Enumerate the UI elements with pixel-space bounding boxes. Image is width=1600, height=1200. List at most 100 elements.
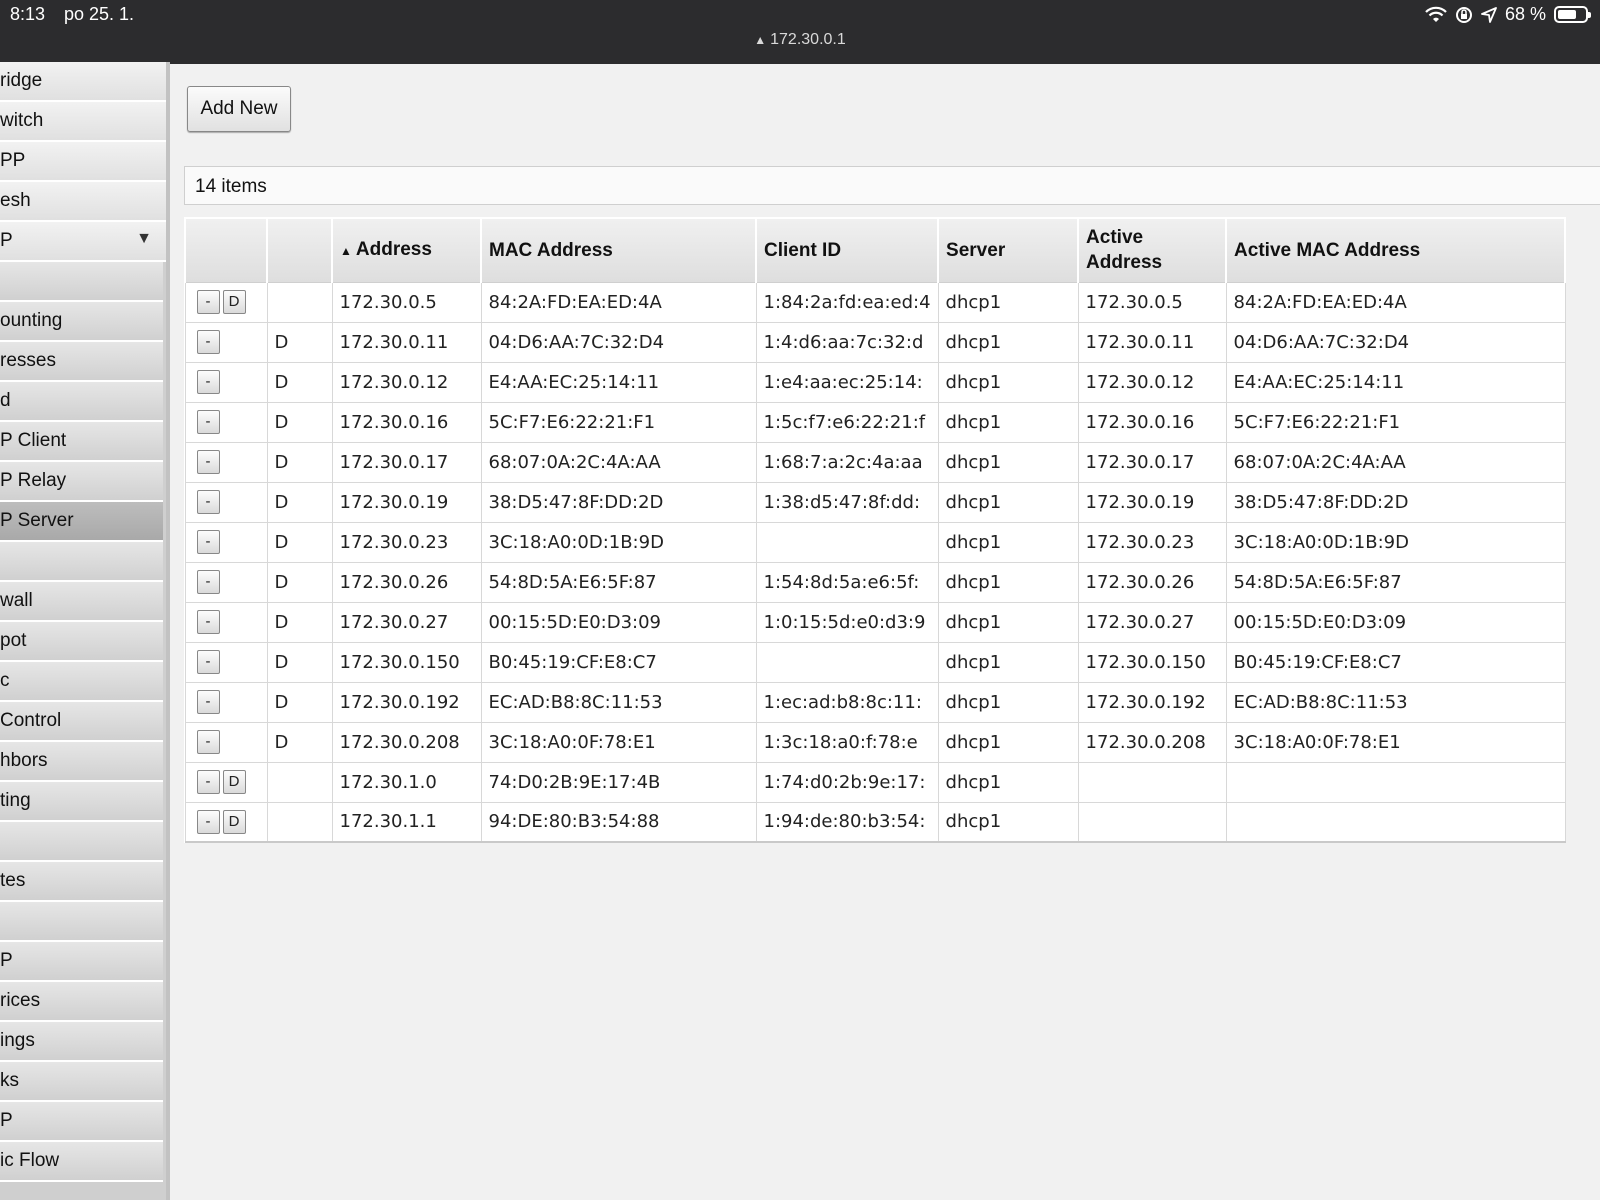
table-row[interactable]: - D 172.30.0.26 54:8D:5A:E6:5F:87 1:54:8d:5a… <box>184 561 1566 603</box>
sidebar-subitem[interactable]: P <box>0 942 163 982</box>
flag-cell: D <box>266 561 333 603</box>
column-header-client-id[interactable]: Client ID <box>754 217 940 283</box>
address-cell: 172.30.0.26 <box>331 561 482 603</box>
column-header-active-address[interactable]: Active Address <box>1077 217 1228 283</box>
address-cell: 172.30.0.5 <box>331 281 482 323</box>
row-controls: - <box>184 721 268 763</box>
dynamic-toggle-button[interactable]: D <box>222 809 246 834</box>
table-row[interactable]: - D 172.30.0.16 5C:F7:E6:22:21:F1 1:5c:f7:e6… <box>184 401 1566 443</box>
table-row[interactable]: - D 172.30.0.12 E4:AA:EC:25:14:11 1:e4:aa:ec… <box>184 361 1566 403</box>
disable-button[interactable]: - <box>196 770 220 794</box>
table-header-row: ▲ Address MAC Address Client ID Server Ac… <box>184 217 1567 283</box>
disable-button[interactable]: - <box>196 370 220 394</box>
active-mac-cell: B0:45:19:CF:E8:C7 <box>1225 641 1566 683</box>
sidebar-item[interactable]: ridge <box>0 62 166 102</box>
battery-percent: 68 % <box>1504 4 1546 24</box>
column-header-server[interactable]: Server <box>937 217 1080 283</box>
mac-address-cell: 3C:18:A0:0D:1B:9D <box>480 521 757 563</box>
client-id-cell: 1:68:7:a:2c:4a:aa <box>755 441 939 483</box>
sidebar-subitem[interactable]: tes <box>0 862 163 902</box>
sidebar-subitem[interactable]: wall <box>0 582 163 622</box>
sidebar-subitem-label: ounting <box>0 310 63 331</box>
column-header-active-mac-address[interactable]: Active MAC Address <box>1225 217 1567 283</box>
sidebar-subitem[interactable]: P Relay <box>0 462 163 502</box>
disable-button[interactable]: - <box>196 530 220 554</box>
client-id-cell: 1:84:2a:fd:ea:ed:4 <box>755 281 939 323</box>
address-cell: 172.30.0.12 <box>331 361 482 403</box>
address-cell: 172.30.1.1 <box>331 801 482 843</box>
sidebar-subitem[interactable]: ks <box>0 1062 163 1102</box>
table-row[interactable]: - D 172.30.0.11 04:D6:AA:7C:32:D4 1:4:d6:aa:… <box>184 321 1566 363</box>
table-row[interactable]: - D 172.30.0.208 3C:18:A0:0F:78:E1 1:3c:18:a… <box>184 721 1566 763</box>
sidebar-subitem[interactable]: ic Flow <box>0 1142 163 1182</box>
sidebar-item[interactable]: witch <box>0 102 166 142</box>
sidebar-subitem[interactable]: ounting <box>0 302 163 342</box>
sidebar-subitem[interactable] <box>0 822 163 862</box>
flag-cell: D <box>266 401 333 443</box>
status-time: 8:13 <box>10 4 46 24</box>
sidebar-subitem[interactable]: ings <box>0 1022 163 1062</box>
column-header-mac-address[interactable]: MAC Address <box>480 217 757 283</box>
sidebar-item[interactable]: P ▼ <box>0 222 166 262</box>
sidebar-item[interactable]: esh <box>0 182 166 222</box>
table-row[interactable]: - D 172.30.0.192 EC:AD:B8:8C:11:53 1:ec:ad:b… <box>184 681 1566 723</box>
mac-address-cell: 68:07:0A:2C:4A:AA <box>480 441 757 483</box>
active-address-cell: 172.30.0.208 <box>1077 721 1227 763</box>
sidebar-subitem[interactable]: ting <box>0 782 163 822</box>
sidebar-subitem-label: d <box>0 390 11 411</box>
table-row[interactable]: - D 172.30.0.17 68:07:0A:2C:4A:AA 1:68:7:a:2… <box>184 441 1566 483</box>
add-new-button[interactable]: Add New <box>187 86 291 132</box>
disable-button[interactable]: - <box>196 730 220 754</box>
client-id-cell: 1:0:15:5d:e0:d3:9 <box>755 601 939 643</box>
client-id-cell: 1:94:de:80:b3:54: <box>755 801 939 843</box>
sidebar-subitem[interactable] <box>0 902 163 942</box>
sidebar-subitem[interactable] <box>0 262 163 302</box>
address-bar[interactable]: ▲ 172.30.0.1 <box>0 31 1600 49</box>
disable-button[interactable]: - <box>196 610 220 634</box>
active-address-cell: 172.30.0.11 <box>1077 321 1227 363</box>
sidebar-item[interactable]: PP <box>0 142 166 182</box>
client-id-cell: 1:3c:18:a0:f:78:e <box>755 721 939 763</box>
row-controls: - <box>184 441 268 483</box>
sidebar-subitem[interactable]: resses <box>0 342 163 382</box>
disable-button[interactable]: - <box>196 490 220 514</box>
mac-address-cell: 74:D0:2B:9E:17:4B <box>480 761 757 803</box>
dynamic-toggle-button[interactable]: D <box>222 290 246 314</box>
sidebar-subitem-label: resses <box>0 350 56 371</box>
table-row[interactable]: - D 172.30.0.5 84:2A:FD:EA:ED:4A 1:84:2a:fd:… <box>184 281 1566 323</box>
active-address-cell: 172.30.0.192 <box>1077 681 1227 723</box>
server-cell: dhcp1 <box>937 801 1079 843</box>
sidebar-subitem[interactable]: P Server <box>0 502 163 542</box>
disable-button[interactable]: - <box>196 450 220 474</box>
sidebar-subitem[interactable]: P <box>0 1102 163 1142</box>
table-row[interactable]: - D 172.30.0.23 3C:18:A0:0D:1B:9D dhcp1 172.3… <box>184 521 1566 563</box>
sidebar-subitem[interactable]: pot <box>0 622 163 662</box>
disable-button[interactable]: - <box>196 570 220 594</box>
mac-address-cell: 94:DE:80:B3:54:88 <box>480 801 757 843</box>
sidebar-subitem-label: c <box>0 670 10 691</box>
disable-button[interactable]: - <box>196 690 220 714</box>
mac-address-cell: 00:15:5D:E0:D3:09 <box>480 601 757 643</box>
dynamic-toggle-button[interactable]: D <box>222 770 246 794</box>
disable-button[interactable]: - <box>196 650 220 674</box>
flag-cell: D <box>266 681 333 723</box>
sidebar-subitem[interactable]: d <box>0 382 163 422</box>
column-header-address[interactable]: ▲ Address <box>331 217 482 283</box>
disable-button[interactable]: - <box>196 330 220 354</box>
table-row[interactable]: - D 172.30.0.19 38:D5:47:8F:DD:2D 1:38:d5:47… <box>184 481 1566 523</box>
disable-button[interactable]: - <box>196 410 220 434</box>
sidebar-subitem[interactable]: rices <box>0 982 163 1022</box>
sidebar-subitem[interactable]: Control <box>0 702 163 742</box>
table-row[interactable]: - D 172.30.0.27 00:15:5D:E0:D3:09 1:0:15:5d:… <box>184 601 1566 643</box>
sidebar-subitem[interactable] <box>0 542 163 582</box>
disable-button[interactable]: - <box>196 809 220 834</box>
dropdown-arrow-icon[interactable]: ▼ <box>136 230 152 248</box>
disable-button[interactable]: - <box>196 290 220 314</box>
sidebar-subitem[interactable]: c <box>0 662 163 702</box>
table-row[interactable]: - D 172.30.1.0 74:D0:2B:9E:17:4B 1:74:d0:2b:… <box>184 761 1566 803</box>
table-row[interactable]: - D 172.30.0.150 B0:45:19:CF:E8:C7 dhcp1 172.… <box>184 641 1566 683</box>
flag-cell <box>266 801 333 843</box>
sidebar-subitem[interactable]: P Client <box>0 422 163 462</box>
sidebar-subitem[interactable]: hbors <box>0 742 163 782</box>
table-row[interactable]: - D 172.30.1.1 94:DE:80:B3:54:88 1:94:de:80:… <box>184 801 1566 843</box>
